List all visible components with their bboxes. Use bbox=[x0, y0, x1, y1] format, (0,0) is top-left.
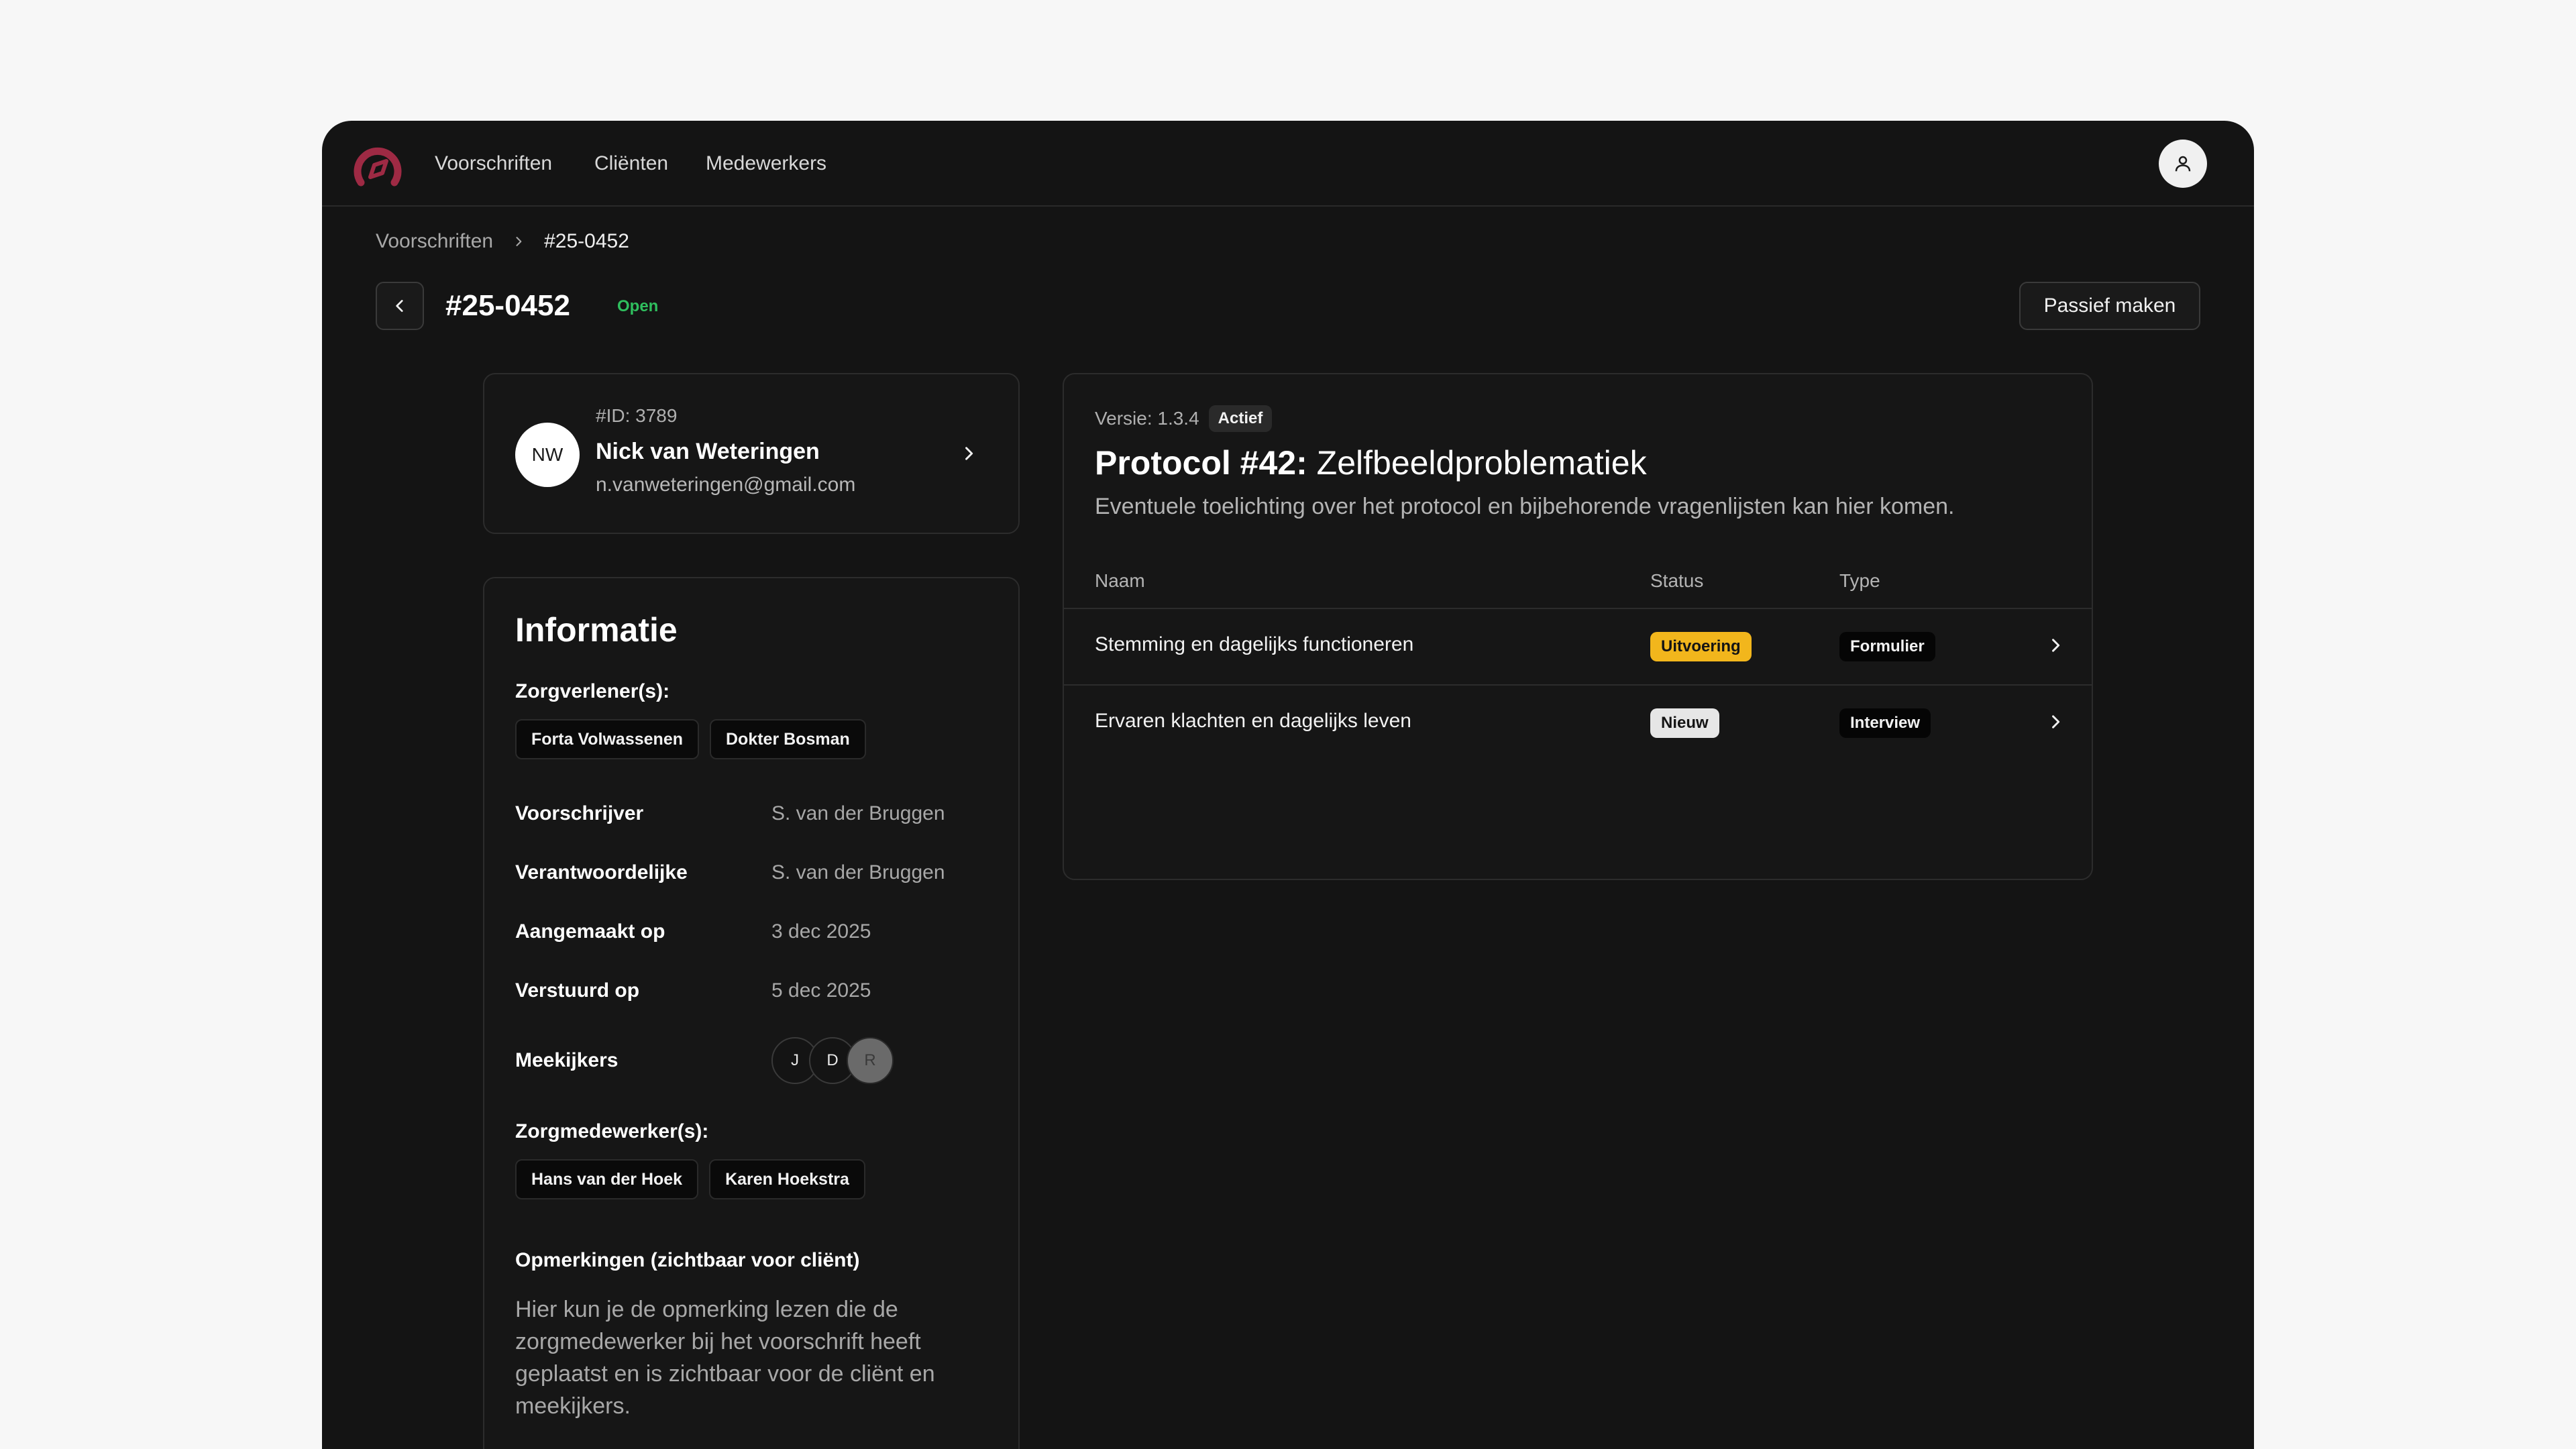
table-row[interactable]: Stemming en dagelijks functioneren Uitvo… bbox=[1064, 609, 2092, 684]
breadcrumb-voorschriften[interactable]: Voorschriften bbox=[376, 230, 493, 253]
info-value: S. van der Bruggen bbox=[771, 802, 945, 824]
chevron-right-icon bbox=[959, 444, 978, 466]
info-row-verantwoordelijke: Verantwoordelijke S. van der Bruggen bbox=[515, 861, 998, 888]
chip-zorgverlener: Forta Volwassenen bbox=[515, 719, 699, 759]
info-key: Verantwoordelijke bbox=[515, 861, 688, 883]
back-button[interactable] bbox=[376, 282, 424, 330]
version-text: Versie: 1.3.4 bbox=[1095, 408, 1199, 429]
meekijkers-avatars: J D R bbox=[771, 1037, 894, 1084]
column-header-status: Status bbox=[1650, 570, 1704, 591]
version-line: Versie: 1.3.4 Actief bbox=[1095, 405, 1273, 432]
status-badge: Nieuw bbox=[1650, 708, 1719, 738]
remarks-text: Hier kun je de opmerking lezen die de zo… bbox=[515, 1297, 935, 1419]
info-row-aangemaakt: Aangemaakt op 3 dec 2025 bbox=[515, 920, 998, 947]
nav-item-clienten[interactable]: Cliënten bbox=[594, 150, 668, 177]
page-title: #25-0452 bbox=[445, 289, 570, 322]
chip-zorgverlener: Dokter Bosman bbox=[710, 719, 866, 759]
client-email: n.vanweteringen@gmail.com bbox=[596, 474, 856, 496]
client-name: Nick van Weteringen bbox=[596, 439, 820, 464]
protocol-title: Protocol #42: Zelfbeeldproblematiek bbox=[1095, 441, 1647, 484]
status-badge: Uitvoering bbox=[1650, 632, 1752, 661]
column-header-naam: Naam bbox=[1095, 570, 1145, 591]
row-name: Ervaren klachten en dagelijks leven bbox=[1095, 710, 1411, 732]
info-value: 5 dec 2025 bbox=[771, 979, 871, 1002]
info-value: 3 dec 2025 bbox=[771, 920, 871, 943]
client-id: #ID: 3789 bbox=[596, 405, 678, 426]
protocol-card: Versie: 1.3.4 Actief Protocol #42: Zelfb… bbox=[1063, 373, 2093, 880]
nav-item-medewerkers[interactable]: Medewerkers bbox=[706, 150, 826, 177]
zorgverleners-chips: Forta Volwassenen Dokter Bosman bbox=[515, 719, 866, 759]
chevron-left-icon bbox=[396, 300, 403, 312]
chip-zorgmedewerker: Hans van der Hoek bbox=[515, 1159, 699, 1199]
version-badge: Actief bbox=[1208, 405, 1273, 432]
info-row-meekijkers: Meekijkers bbox=[515, 1049, 998, 1076]
type-badge: Interview bbox=[1839, 708, 1931, 738]
type-badge: Formulier bbox=[1839, 632, 1935, 661]
nav-item-voorschriften[interactable]: Voorschriften bbox=[435, 150, 552, 177]
info-key: Meekijkers bbox=[515, 1049, 619, 1071]
breadcrumb: Voorschriften #25-0452 bbox=[376, 228, 629, 255]
passief-maken-button[interactable]: Passief maken bbox=[2019, 282, 2200, 330]
chip-zorgmedewerker: Karen Hoekstra bbox=[709, 1159, 865, 1199]
app-window: Voorschriften Cliënten Medewerkers Voors… bbox=[322, 121, 2254, 1449]
info-row-voorschrijver: Voorschrijver S. van der Bruggen bbox=[515, 802, 998, 829]
info-row-verstuurd: Verstuurd op 5 dec 2025 bbox=[515, 979, 998, 1006]
avatar[interactable]: R bbox=[847, 1037, 894, 1084]
table-row[interactable]: Ervaren klachten en dagelijks leven Nieu… bbox=[1064, 686, 2092, 761]
remarks-label: Opmerkingen (zichtbaar voor cliënt) bbox=[515, 1249, 860, 1271]
zorgverleners-label: Zorgverlener(s): bbox=[515, 680, 670, 702]
protocol-description: Eventuele toelichting over het protocol … bbox=[1095, 494, 1955, 519]
chevron-right-icon bbox=[2046, 636, 2065, 658]
avatar: NW bbox=[515, 423, 580, 487]
column-header-type: Type bbox=[1839, 570, 1880, 591]
row-name: Stemming en dagelijks functioneren bbox=[1095, 633, 1414, 655]
info-value: S. van der Bruggen bbox=[771, 861, 945, 883]
top-navigation: Voorschriften Cliënten Medewerkers bbox=[322, 121, 2254, 207]
protocol-title-bold: Protocol #42: bbox=[1095, 444, 1307, 482]
chevron-right-icon bbox=[2046, 712, 2065, 735]
status-badge: Open bbox=[617, 297, 659, 315]
info-card: Informatie Zorgverlener(s): Forta Volwas… bbox=[483, 577, 1020, 1449]
protocol-title-rest: Zelfbeeldproblematiek bbox=[1316, 444, 1647, 482]
client-card[interactable]: NW #ID: 3789 Nick van Weteringen n.vanwe… bbox=[483, 373, 1020, 534]
info-key: Aangemaakt op bbox=[515, 920, 665, 943]
zorgmedewerkers-label: Zorgmedewerker(s): bbox=[515, 1120, 709, 1142]
chevron-right-icon bbox=[512, 235, 525, 248]
user-menu-button[interactable] bbox=[2159, 140, 2207, 188]
user-icon bbox=[2175, 156, 2191, 172]
compass-logo-icon[interactable] bbox=[352, 144, 404, 196]
info-key: Voorschrijver bbox=[515, 802, 644, 824]
breadcrumb-current: #25-0452 bbox=[544, 230, 629, 252]
info-title: Informatie bbox=[515, 611, 678, 649]
zorgmedewerkers-chips: Hans van der Hoek Karen Hoekstra bbox=[515, 1159, 865, 1199]
info-key: Verstuurd op bbox=[515, 979, 640, 1002]
